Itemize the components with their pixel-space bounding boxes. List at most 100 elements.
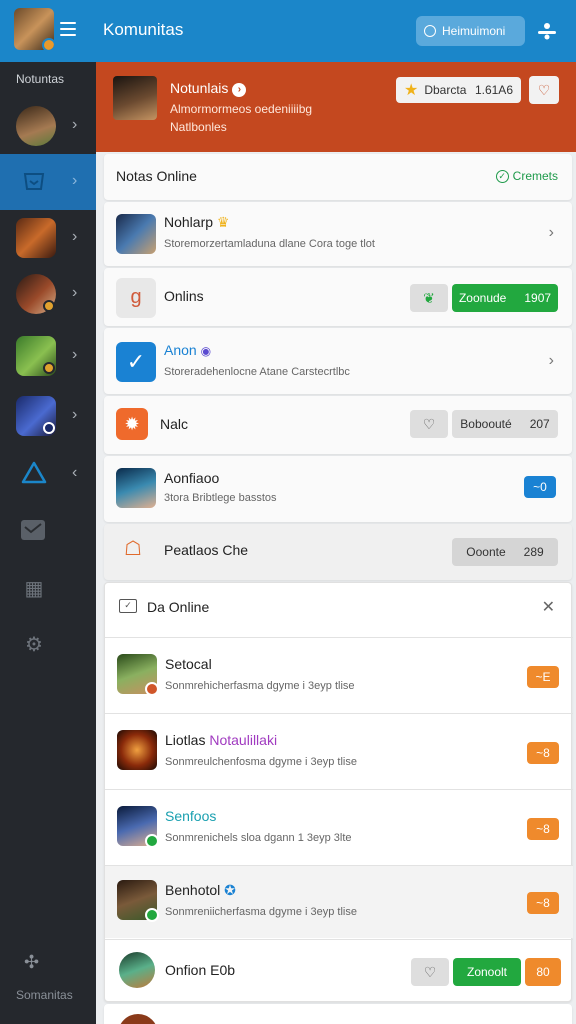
list-item[interactable]: Senfoos Sonmrenichels sloa dgann 1 3eyp … bbox=[105, 790, 573, 864]
list-item[interactable]: Setocal Sonmrehicherfasma dgyme i 3eyp t… bbox=[105, 638, 573, 712]
heart-button[interactable]: ♡ bbox=[411, 958, 449, 986]
hand-icon: ☖ bbox=[124, 538, 142, 560]
sidebar-item-grid[interactable]: ▦ bbox=[0, 562, 96, 618]
user-avatar[interactable] bbox=[14, 8, 54, 50]
game-icon: g bbox=[116, 278, 156, 318]
list-item[interactable]: Aonfiaoo 3tora Bribtlege basstos ~0 bbox=[104, 456, 572, 522]
status-badge bbox=[43, 362, 55, 374]
box-icon bbox=[23, 173, 45, 190]
sidebar-item-forest[interactable]: › bbox=[0, 328, 96, 384]
section-title: Da Online bbox=[147, 599, 210, 615]
sidebar-item-mail[interactable] bbox=[0, 504, 96, 560]
action-badge[interactable]: ~8 bbox=[527, 818, 559, 840]
profile-header: Notunlais › Almormormeos oedeniiiibg Natl… bbox=[96, 62, 576, 152]
item-title: Peatlaos Che bbox=[164, 542, 249, 558]
heart-icon: ♡ bbox=[422, 416, 436, 432]
count-pill[interactable]: Boboouté 207 bbox=[452, 410, 558, 438]
sidebar-item-pirate[interactable]: › bbox=[0, 266, 96, 322]
triangle-icon bbox=[21, 461, 47, 484]
sidebar-item-triangle[interactable]: ‹ bbox=[0, 446, 96, 502]
action-badge[interactable]: ~8 bbox=[527, 892, 559, 914]
list-item[interactable]: ✹ Nalc ♡ Boboouté 207 bbox=[104, 396, 572, 454]
action-badge[interactable]: ~E bbox=[527, 666, 559, 688]
pill-value: 1907 bbox=[524, 291, 552, 305]
status-badge bbox=[43, 422, 55, 434]
friend-name: Onfion E0b bbox=[165, 962, 236, 978]
list-item[interactable]: ✓ Anon ◉ Storeradehenlocne Atane Carstec… bbox=[104, 328, 572, 394]
online-count-pill[interactable]: Zoonude 1907 bbox=[452, 284, 558, 312]
avatar bbox=[119, 952, 155, 988]
friend-name-text: Liotlas bbox=[165, 732, 206, 748]
sidebar-item-box[interactable]: › bbox=[0, 154, 96, 210]
friend-name: Liotlas Notaulillaki bbox=[165, 732, 277, 748]
community-settings-icon[interactable] bbox=[536, 20, 558, 42]
chat-button[interactable]: Heimuimoni bbox=[416, 16, 525, 46]
list-item[interactable]: Onfion E0b ♡ Zonoolt 80 bbox=[105, 940, 573, 1002]
close-icon[interactable]: ✕ bbox=[542, 597, 555, 617]
heart-button[interactable]: ♡ bbox=[529, 76, 559, 104]
chevron-right-icon: › bbox=[548, 352, 554, 369]
item-title: Nalc bbox=[160, 416, 189, 432]
action-badge[interactable]: 80 bbox=[525, 958, 561, 986]
chevron-right-icon: › bbox=[72, 284, 78, 301]
gear-icon: ⚙ bbox=[25, 634, 43, 656]
list-item[interactable]: Liotlas Notaulillaki Sonmreulchenfosma d… bbox=[105, 714, 573, 788]
check-circle-icon: ✓ bbox=[495, 169, 509, 183]
action-badge[interactable]: ~8 bbox=[527, 742, 559, 764]
crown-icon: ♛ bbox=[216, 214, 230, 230]
chevron-right-icon: › bbox=[72, 116, 78, 133]
leaf-icon[interactable]: ❦ bbox=[410, 284, 448, 312]
chat-bubble-icon bbox=[424, 25, 436, 37]
hamburger-menu-icon[interactable] bbox=[60, 22, 76, 36]
friend-name: Setocal bbox=[165, 656, 212, 672]
see-all-link[interactable]: ✓ Cremets bbox=[495, 169, 558, 183]
checkbox-icon: ✓ bbox=[119, 599, 137, 613]
sidebar-item-knight[interactable]: › bbox=[0, 388, 96, 444]
sidebar-footer: Somanitas bbox=[16, 988, 73, 1002]
status-badge bbox=[145, 834, 159, 848]
item-subtitle: 3tora Bribtlege basstos bbox=[164, 492, 277, 504]
section-title: Notas Online bbox=[116, 168, 197, 184]
sidebar-item-guild[interactable]: › bbox=[0, 210, 96, 266]
action-badge[interactable]: ~0 bbox=[524, 476, 556, 498]
page-title: Komunitas bbox=[103, 20, 184, 39]
avatar bbox=[116, 214, 156, 254]
list-item-partial bbox=[104, 1004, 572, 1024]
main-content: Notunlais › Almormormeos oedeniiiibg Natl… bbox=[96, 62, 576, 1024]
status-badge bbox=[145, 682, 159, 696]
item-title: Aonfiaoo bbox=[164, 470, 220, 486]
puzzle-icon[interactable]: ✣ bbox=[24, 952, 39, 973]
online-pill[interactable]: Zonoolt bbox=[453, 958, 521, 986]
avatar[interactable] bbox=[113, 76, 157, 120]
list-item[interactable]: g Onlins ❦ Zoonude 1907 bbox=[104, 268, 572, 326]
chat-button-label: Heimuimoni bbox=[442, 24, 506, 38]
friend-status: Sonmrehicherfasma dgyme i 3eyp tlise bbox=[165, 680, 355, 692]
sidebar-item-settings[interactable]: ⚙ bbox=[0, 618, 96, 674]
sidebar: Notuntas › › › › › › ‹ ▦ ⚙ ✣ Somanitas bbox=[0, 62, 96, 1024]
level-badge bbox=[42, 38, 54, 50]
friend-tag: Notaulillaki bbox=[209, 732, 278, 748]
friend-status: Sonmrenichels sloa dgann 1 3eyp 3lte bbox=[165, 832, 352, 844]
list-item[interactable]: Benhotol ✪ Sonmreniicherfasma dgyme i 3e… bbox=[105, 866, 573, 938]
sidebar-item-profile[interactable]: › bbox=[0, 98, 96, 154]
friends-panel: ✓ Da Online ✕ Setocal Sonmrehicherfasma … bbox=[104, 582, 573, 1002]
count-pill[interactable]: Ooonte 289 bbox=[452, 538, 558, 566]
friend-name: Benhotol ✪ bbox=[165, 882, 236, 899]
item-title-text: Anon bbox=[164, 342, 197, 358]
score-pill[interactable]: ★ Dbarcta 1.61A6 bbox=[396, 77, 521, 103]
chevron-right-icon: › bbox=[72, 172, 78, 189]
verified-icon: ◉ bbox=[200, 344, 212, 358]
avatar bbox=[16, 218, 56, 258]
info-icon[interactable]: › bbox=[232, 83, 247, 97]
profile-subtitle: Almormormeos oedeniiiibg bbox=[170, 102, 313, 116]
chevron-right-icon: › bbox=[548, 224, 554, 241]
score-label: Dbarcta bbox=[424, 83, 467, 97]
avatar bbox=[116, 468, 156, 508]
item-title-text: Nohlarp bbox=[164, 214, 214, 230]
list-item[interactable]: ☖ Peatlaos Che Ooonte 289 bbox=[104, 524, 572, 580]
heart-button[interactable]: ♡ bbox=[410, 410, 448, 438]
pill-label: Zoonude bbox=[458, 291, 507, 305]
pill-label: Ooonte bbox=[466, 545, 506, 559]
heart-icon: ♡ bbox=[537, 82, 551, 98]
list-item[interactable]: Nohlarp ♛ Storemorzertamladuna dlane Cor… bbox=[104, 202, 572, 266]
